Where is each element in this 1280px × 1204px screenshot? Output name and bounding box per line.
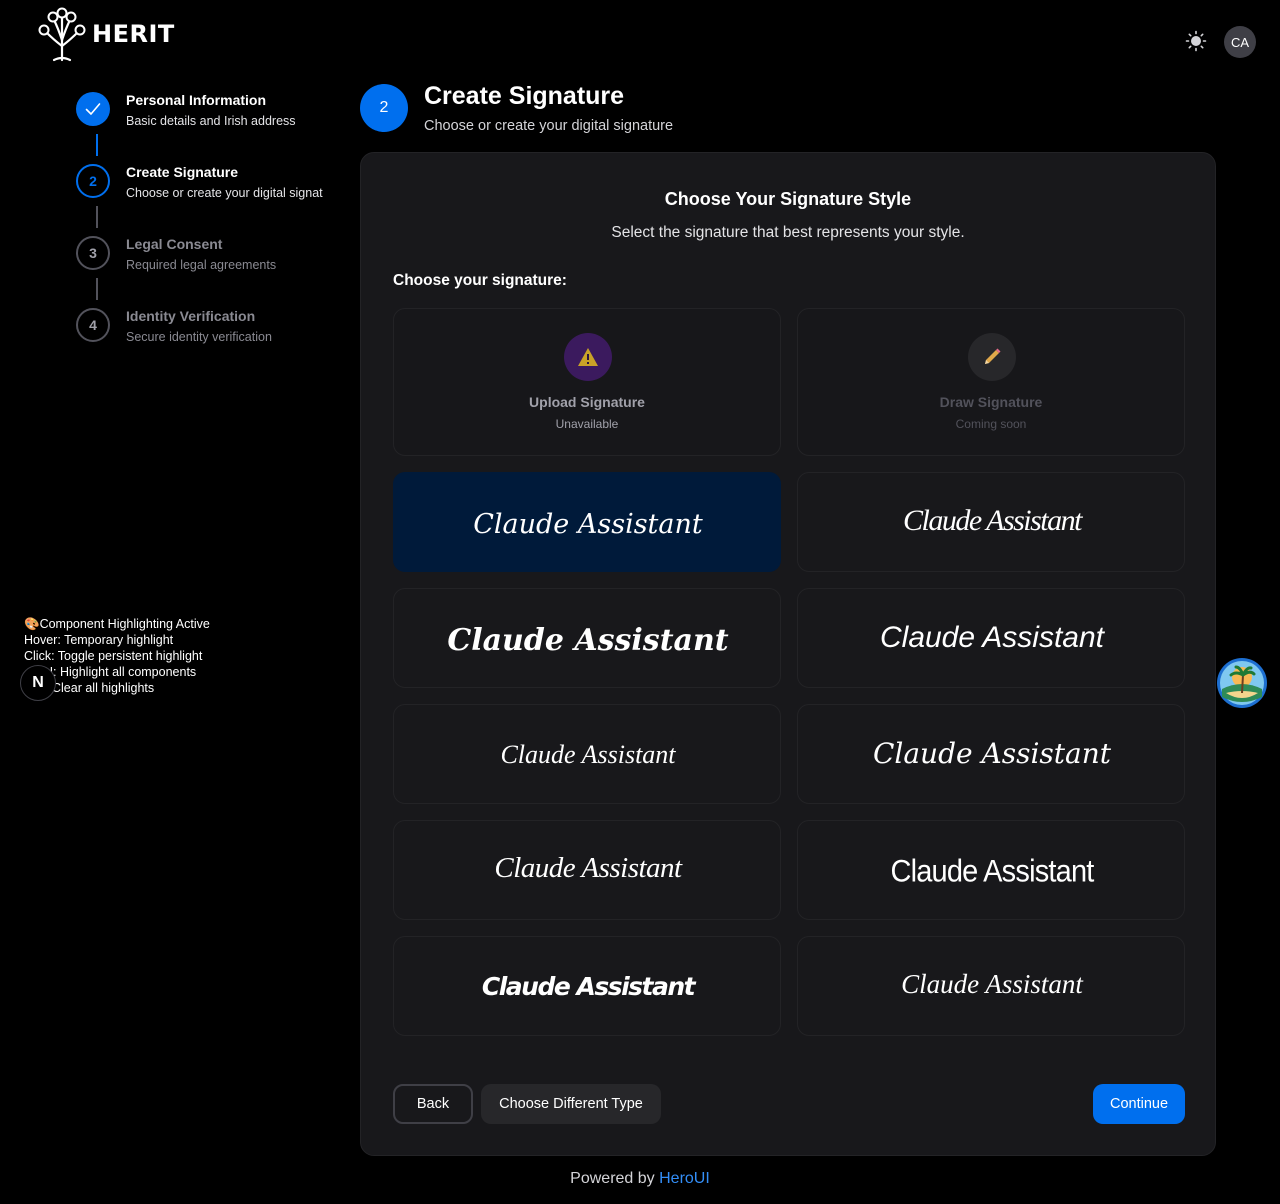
upload-signature-status: Unavailable bbox=[555, 417, 619, 431]
step-connector bbox=[96, 134, 98, 156]
step-description: Choose or create your digital signat bbox=[126, 186, 323, 200]
signature-option-8[interactable]: Claude Assistant bbox=[797, 820, 1185, 920]
signature-text: Claude Assistant bbox=[447, 623, 728, 658]
logo-text: HERIT bbox=[92, 20, 175, 48]
draw-signature-option[interactable]: Draw Signature Coming soon bbox=[797, 308, 1185, 456]
page-title: Create Signature bbox=[424, 82, 625, 110]
step-check-icon bbox=[76, 92, 110, 126]
upload-signature-option[interactable]: Upload Signature Unavailable bbox=[393, 308, 781, 456]
continue-button[interactable]: Continue bbox=[1093, 1084, 1185, 1124]
draw-signature-title: Draw Signature bbox=[939, 394, 1043, 410]
signature-option-2[interactable]: Claude Assistant bbox=[797, 472, 1185, 572]
user-avatar[interactable]: CA bbox=[1224, 26, 1256, 58]
highlight-info-line: 🎨Component Highlighting Active bbox=[24, 617, 210, 631]
powered-by-footer: Powered by HeroUI bbox=[0, 1170, 1280, 1188]
signature-option-10[interactable]: Claude Assistant bbox=[797, 936, 1185, 1036]
signature-text: Claude Assistant bbox=[494, 852, 683, 884]
step-personal-information[interactable]: Personal Information Basic details and I… bbox=[76, 92, 336, 164]
step-description: Basic details and Irish address bbox=[126, 114, 296, 128]
beach-island-icon bbox=[1217, 658, 1267, 708]
step-description: Required legal agreements bbox=[126, 258, 277, 272]
theme-toggle-button[interactable] bbox=[1182, 27, 1210, 55]
tree-logo-icon bbox=[38, 7, 86, 62]
signature-text: Claude Assistant bbox=[903, 504, 1083, 537]
highlight-info-line: Hover: Temporary highlight bbox=[24, 633, 174, 647]
step-title: Legal Consent bbox=[126, 236, 223, 252]
signature-text: Claude Assistant bbox=[500, 740, 676, 769]
step-connector bbox=[96, 278, 98, 300]
signature-option-6[interactable]: Claude Assistant bbox=[797, 704, 1185, 804]
warning-icon bbox=[564, 333, 612, 381]
page-step-number: 2 bbox=[360, 84, 408, 132]
choose-different-type-button[interactable]: Choose Different Type bbox=[481, 1084, 661, 1124]
signature-text: Claude Assistant bbox=[880, 621, 1106, 654]
nextjs-devtools-button[interactable]: N bbox=[20, 665, 56, 701]
progress-stepper: Personal Information Basic details and I… bbox=[76, 92, 336, 380]
signature-text: Claude Assistant bbox=[901, 969, 1084, 999]
signature-card: Choose Your Signature Style Select the s… bbox=[360, 152, 1216, 1156]
card-heading: Choose Your Signature Style bbox=[664, 189, 912, 209]
heroui-link[interactable]: HeroUI bbox=[659, 1170, 710, 1187]
step-number: 4 bbox=[76, 308, 110, 342]
page-subtitle: Choose or create your digital signature bbox=[424, 118, 674, 134]
pencil-icon bbox=[968, 333, 1016, 381]
step-connector bbox=[96, 206, 98, 228]
powered-by-text: Powered by bbox=[570, 1170, 655, 1187]
back-button[interactable]: Back bbox=[393, 1084, 473, 1124]
signature-option-7[interactable]: Claude Assistant bbox=[393, 820, 781, 920]
step-number: 3 bbox=[76, 236, 110, 270]
choose-signature-label: Choose your signature: bbox=[393, 272, 567, 289]
sun-icon bbox=[1185, 30, 1207, 52]
herit-logo[interactable]: HERIT bbox=[34, 6, 175, 62]
step-title: Create Signature bbox=[126, 164, 239, 180]
step-title: Identity Verification bbox=[126, 308, 256, 324]
signature-text: Claude Assistant bbox=[873, 737, 1112, 770]
signature-option-9[interactable]: Claude Assistant bbox=[393, 936, 781, 1036]
signature-option-3[interactable]: Claude Assistant bbox=[393, 588, 781, 688]
draw-signature-status: Coming soon bbox=[955, 417, 1027, 431]
signature-option-4[interactable]: Claude Assistant bbox=[797, 588, 1185, 688]
step-description: Secure identity verification bbox=[126, 330, 272, 344]
signature-text: Claude Assistant bbox=[482, 972, 697, 1001]
step-title: Personal Information bbox=[126, 92, 267, 108]
step-create-signature[interactable]: 2 Create Signature Choose or create your… bbox=[76, 164, 336, 236]
highlight-info-line: Click: Toggle persistent highlight bbox=[24, 649, 203, 663]
signature-option-1[interactable]: Claude Assistant bbox=[393, 472, 781, 572]
card-subheading: Select the signature that best represent… bbox=[611, 224, 965, 241]
signature-option-5[interactable]: Claude Assistant bbox=[393, 704, 781, 804]
step-identity-verification[interactable]: 4 Identity Verification Secure identity … bbox=[76, 308, 336, 380]
floating-assistant-button[interactable] bbox=[1216, 657, 1268, 709]
step-legal-consent[interactable]: 3 Legal Consent Required legal agreement… bbox=[76, 236, 336, 308]
upload-signature-title: Upload Signature bbox=[529, 394, 645, 410]
signature-text: Claude Assistant bbox=[890, 853, 1094, 889]
step-number: 2 bbox=[76, 164, 110, 198]
signature-text: Claude Assistant bbox=[473, 509, 703, 540]
